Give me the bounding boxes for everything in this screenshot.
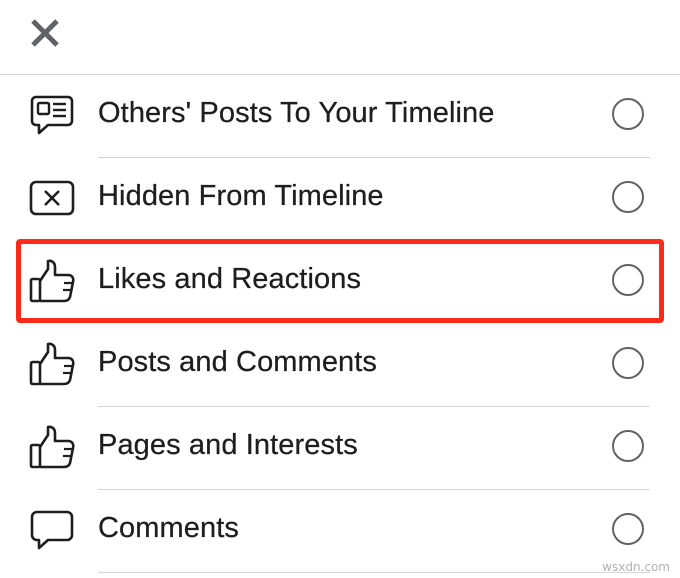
radio-button[interactable] <box>612 347 644 379</box>
option-others-posts[interactable]: Others' Posts To Your Timeline <box>0 75 680 158</box>
radio-button[interactable] <box>612 98 644 130</box>
top-bar <box>0 0 680 74</box>
option-likes-and-reactions[interactable]: Likes and Reactions <box>0 241 680 324</box>
row-divider <box>98 572 650 573</box>
speech-bubble-icon <box>28 506 78 556</box>
thumbs-up-icon <box>28 257 78 307</box>
message-box-icon <box>28 91 78 141</box>
hidden-x-box-icon <box>28 174 78 224</box>
option-label: Comments <box>98 512 239 544</box>
thumbs-up-icon <box>28 423 78 473</box>
thumbs-up-icon <box>28 340 78 390</box>
radio-button[interactable] <box>612 513 644 545</box>
option-label: Pages and Interests <box>98 429 358 461</box>
option-posts-and-comments[interactable]: Posts and Comments <box>0 324 680 407</box>
option-label: Posts and Comments <box>98 346 378 378</box>
watermark: wsxdn.com <box>602 560 670 574</box>
option-pages-and-interests[interactable]: Pages and Interests <box>0 407 680 490</box>
radio-button[interactable] <box>612 181 644 213</box>
radio-button[interactable] <box>612 430 644 462</box>
close-button[interactable] <box>22 10 68 56</box>
option-label: Others' Posts To Your Timeline <box>98 97 495 129</box>
option-label: Likes and Reactions <box>98 263 362 295</box>
option-label: Hidden From Timeline <box>98 180 384 212</box>
option-hidden-from-timeline[interactable]: Hidden From Timeline <box>0 158 680 241</box>
close-icon <box>31 19 59 47</box>
option-comments[interactable]: Comments <box>0 490 680 573</box>
radio-button[interactable] <box>612 264 644 296</box>
